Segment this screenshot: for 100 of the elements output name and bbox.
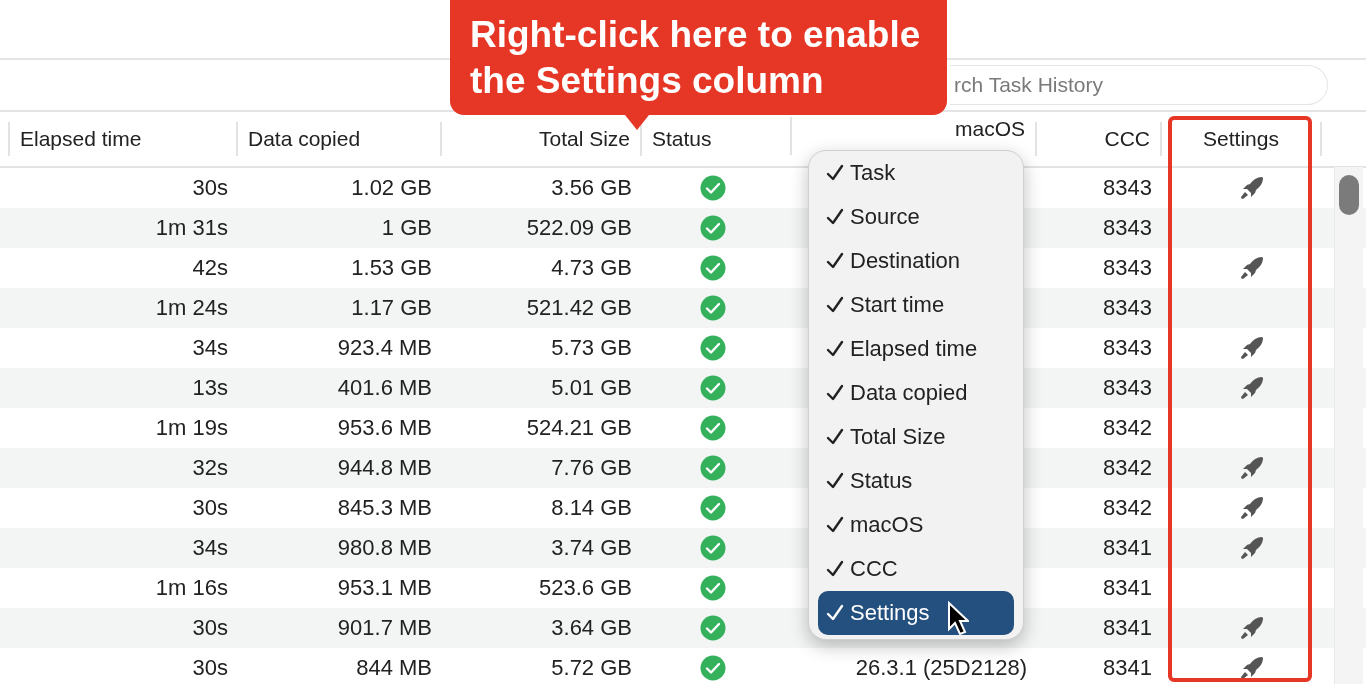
table-cell-text: 1m 16s <box>154 575 229 601</box>
column-header[interactable]: CCC <box>1104 127 1150 151</box>
success-icon <box>700 575 726 601</box>
table-cell-text: 5.01 GB <box>550 375 633 401</box>
table-cell-text: 845.3 MB <box>336 495 433 521</box>
table-cell-text: 8341 <box>1102 575 1153 601</box>
table-cell-text: 1.53 GB <box>350 255 433 281</box>
check-icon <box>826 208 844 226</box>
table-cell-text: 521.42 GB <box>525 295 633 321</box>
column-header[interactable]: Status <box>652 127 712 151</box>
success-icon <box>700 295 726 321</box>
table-cell-text: 5.73 GB <box>550 335 633 361</box>
table-cell-text: 34s <box>191 335 229 361</box>
table-cell-text: 1 GB <box>380 215 433 241</box>
table-cell-text: 522.09 GB <box>525 215 633 241</box>
table-cell-text: 4.73 GB <box>550 255 633 281</box>
check-icon <box>826 252 844 270</box>
table-cell-text: 30s <box>191 615 229 641</box>
check-icon <box>826 604 844 622</box>
table-cell-text: 1m 31s <box>154 215 229 241</box>
table-cell-text: 953.6 MB <box>336 415 433 441</box>
table-cell-text: 1m 24s <box>154 295 229 321</box>
table-cell-text: 8341 <box>1102 655 1153 681</box>
table-cell-text: 1.17 GB <box>350 295 433 321</box>
context-menu-item[interactable]: Data copied <box>818 371 1014 415</box>
table-cell-text: 42s <box>191 255 229 281</box>
column-header[interactable]: Data copied <box>248 127 361 151</box>
scrollbar[interactable] <box>1334 167 1363 684</box>
table-cell-text: 8343 <box>1102 175 1153 201</box>
scrollbar-thumb[interactable] <box>1339 175 1359 215</box>
table-cell-text: 1m 19s <box>154 415 229 441</box>
table-cell-text: 34s <box>191 535 229 561</box>
context-menu-item[interactable]: Start time <box>818 283 1014 327</box>
table-cell-text: 953.1 MB <box>336 575 433 601</box>
table-cell-text: 30s <box>191 655 229 681</box>
context-menu-item[interactable]: Status <box>818 459 1014 503</box>
table-cell-text: 524.21 GB <box>525 415 633 441</box>
table-cell-text: 923.4 MB <box>336 335 433 361</box>
table-cell-text: 26.3.1 (25D2128) <box>854 655 1028 681</box>
table-cell-text: 8342 <box>1102 495 1153 521</box>
success-icon <box>700 255 726 281</box>
context-menu-item[interactable]: Total Size <box>818 415 1014 459</box>
table-cell-text: 8341 <box>1102 615 1153 641</box>
table-cell-text: 13s <box>191 375 229 401</box>
success-icon <box>700 375 726 401</box>
table-cell-text: 3.74 GB <box>550 535 633 561</box>
success-icon <box>700 415 726 441</box>
context-menu-item[interactable]: Task <box>818 151 1014 195</box>
success-icon <box>700 535 726 561</box>
callout-label: Right-click here to enable the Settings column <box>450 0 947 115</box>
table-cell-text: 8343 <box>1102 215 1153 241</box>
table-cell-text: 1.02 GB <box>350 175 433 201</box>
check-icon <box>826 384 844 402</box>
success-icon <box>700 215 726 241</box>
table-cell-text: 30s <box>191 495 229 521</box>
table-cell-text: 7.76 GB <box>550 455 633 481</box>
table-cell-text: 8342 <box>1102 415 1153 441</box>
check-icon <box>826 472 844 490</box>
table-cell-text: 8.14 GB <box>550 495 633 521</box>
table-cell-text: 8341 <box>1102 535 1153 561</box>
table-cell-text: 901.7 MB <box>336 615 433 641</box>
table-cell-text: 8343 <box>1102 295 1153 321</box>
context-menu-item[interactable]: Settings <box>818 591 1014 635</box>
table-cell-text: 8343 <box>1102 255 1153 281</box>
table-cell-text: 5.72 GB <box>550 655 633 681</box>
table-cell-text: 3.56 GB <box>550 175 633 201</box>
column-header[interactable]: Elapsed time <box>20 127 142 151</box>
context-menu-item[interactable]: CCC <box>818 547 1014 591</box>
table-cell-text: 401.6 MB <box>336 375 433 401</box>
table-cell-text: 8342 <box>1102 455 1153 481</box>
callout-pointer <box>625 115 649 130</box>
column-header[interactable]: Total Size <box>538 127 630 151</box>
success-icon <box>700 655 726 681</box>
table-cell-text: 32s <box>191 455 229 481</box>
table-cell-text: 944.8 MB <box>336 455 433 481</box>
check-icon <box>826 340 844 358</box>
context-menu-item[interactable]: Destination <box>818 239 1014 283</box>
column-header[interactable]: macOS <box>955 117 1025 141</box>
table-cell-text: 844 MB <box>355 655 433 681</box>
context-menu-item[interactable]: Elapsed time <box>818 327 1014 371</box>
check-icon <box>826 516 844 534</box>
success-icon <box>700 495 726 521</box>
check-icon <box>826 164 844 182</box>
success-icon <box>700 615 726 641</box>
table-cell-text: 8343 <box>1102 335 1153 361</box>
context-menu-item[interactable]: macOS <box>818 503 1014 547</box>
check-icon <box>826 296 844 314</box>
table-cell-text: 980.8 MB <box>336 535 433 561</box>
table-cell-text: 8343 <box>1102 375 1153 401</box>
check-icon <box>826 428 844 446</box>
table-cell-text: 523.6 GB <box>538 575 633 601</box>
success-icon <box>700 455 726 481</box>
success-icon <box>700 175 726 201</box>
table-cell-text: 3.64 GB <box>550 615 633 641</box>
mouse-pointer-icon <box>947 601 969 637</box>
search-field[interactable]: rch Task History <box>950 65 1328 105</box>
table-cell-text: 30s <box>191 175 229 201</box>
column-header[interactable]: Settings <box>1203 127 1279 151</box>
check-icon <box>826 560 844 578</box>
context-menu-item[interactable]: Source <box>818 195 1014 239</box>
